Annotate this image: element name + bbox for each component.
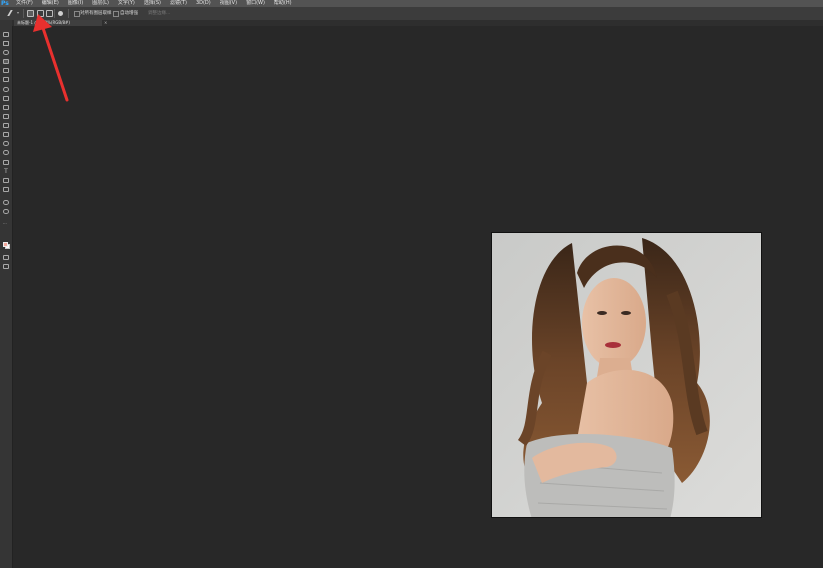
add-to-selection-mode-icon[interactable] bbox=[37, 10, 44, 17]
portrait-photo bbox=[491, 232, 762, 518]
menu-file[interactable]: 文件(F) bbox=[16, 0, 33, 7]
dodge-tool-icon[interactable] bbox=[3, 150, 9, 155]
lasso-tool-icon[interactable] bbox=[3, 50, 9, 55]
zoom-tool-icon[interactable] bbox=[3, 209, 9, 214]
menu-edit[interactable]: 编辑(E) bbox=[42, 0, 59, 7]
hand-tool-icon[interactable] bbox=[3, 200, 9, 205]
brush-size-picker-icon[interactable] bbox=[58, 11, 63, 16]
menu-items: 文件(F) 编辑(E) 图像(I) 图层(L) 文字(Y) 选择(S) 滤镜(T… bbox=[16, 0, 292, 7]
screen-mode-icon[interactable] bbox=[3, 264, 9, 269]
blur-tool-icon[interactable] bbox=[3, 141, 9, 146]
menu-help[interactable]: 帮助(H) bbox=[274, 0, 292, 7]
clone-stamp-tool-icon[interactable] bbox=[3, 105, 9, 110]
refine-edge-button[interactable]: 调整边缘... bbox=[148, 10, 170, 17]
crop-tool-icon[interactable] bbox=[3, 68, 9, 73]
move-tool-icon[interactable] bbox=[3, 32, 9, 37]
brush-tool-icon[interactable] bbox=[3, 96, 9, 101]
eraser-tool-icon[interactable] bbox=[3, 123, 9, 128]
options-separator bbox=[23, 9, 24, 18]
menu-select[interactable]: 选择(S) bbox=[144, 0, 161, 7]
menu-window[interactable]: 窗口(W) bbox=[246, 0, 265, 7]
menu-image[interactable]: 图像(I) bbox=[68, 0, 83, 7]
menu-bar: Ps 文件(F) 编辑(E) 图像(I) 图层(L) 文字(Y) 选择(S) 滤… bbox=[0, 0, 823, 7]
options-separator bbox=[68, 9, 69, 18]
menu-3d[interactable]: 3D(D) bbox=[196, 0, 211, 7]
photoshop-logo: Ps bbox=[1, 0, 9, 7]
pen-tool-icon[interactable] bbox=[3, 160, 9, 165]
menu-layer[interactable]: 图层(L) bbox=[92, 0, 109, 7]
options-bar: ▾ 对所有图层取样 自动增强 调整边缘... bbox=[0, 7, 823, 21]
tool-preset-dropdown-icon[interactable]: ▾ bbox=[17, 10, 19, 17]
quick-selection-tool-icon[interactable] bbox=[3, 59, 9, 64]
gradient-tool-icon[interactable] bbox=[3, 132, 9, 137]
auto-enhance-checkbox[interactable] bbox=[113, 11, 119, 17]
auto-enhance-label: 自动增强 bbox=[120, 11, 138, 16]
menu-filter[interactable]: 滤镜(T) bbox=[170, 0, 187, 7]
foreground-color-swatch[interactable] bbox=[3, 242, 8, 247]
healing-brush-tool-icon[interactable] bbox=[3, 87, 9, 92]
options-separator bbox=[54, 9, 55, 18]
rectangle-tool-icon[interactable] bbox=[3, 187, 9, 192]
text-tool-icon[interactable]: T bbox=[3, 169, 9, 175]
sample-all-layers-label: 对所有图层取样 bbox=[80, 11, 112, 16]
tools-panel: T ··· bbox=[0, 20, 13, 568]
history-brush-tool-icon[interactable] bbox=[3, 114, 9, 119]
quick-mask-icon[interactable] bbox=[3, 255, 9, 260]
menu-view[interactable]: 视图(V) bbox=[220, 0, 237, 7]
path-selection-tool-icon[interactable] bbox=[3, 178, 9, 183]
marquee-tool-icon[interactable] bbox=[3, 41, 9, 46]
new-selection-mode-icon[interactable] bbox=[27, 10, 34, 17]
subtract-from-selection-mode-icon[interactable] bbox=[46, 10, 53, 17]
menu-type[interactable]: 文字(Y) bbox=[118, 0, 135, 7]
more-tools-icon[interactable]: ··· bbox=[3, 221, 9, 226]
eyedropper-tool-icon[interactable] bbox=[3, 77, 9, 82]
